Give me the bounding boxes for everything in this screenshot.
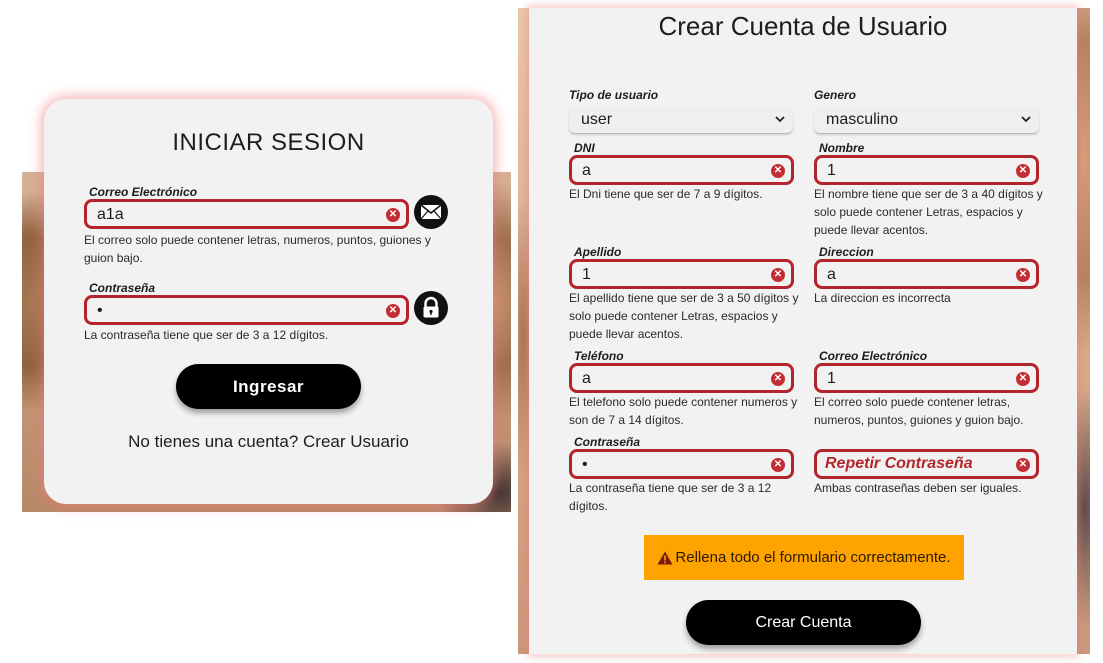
- correo-value: 1: [827, 370, 836, 387]
- tipo-usuario-label: Tipo de usuario: [569, 88, 659, 102]
- form-warning-text: Rellena todo el formulario correctamente…: [675, 549, 951, 566]
- direccion-value: a: [827, 266, 836, 283]
- correo-field[interactable]: 1 ✕: [814, 363, 1039, 393]
- register-panel: Crear Cuenta de Usuario Tipo de usuario …: [529, 8, 1077, 654]
- apellido-error: El apellido tiene que ser de 3 a 50 dígi…: [569, 291, 799, 341]
- clear-icon[interactable]: ✕: [1016, 458, 1030, 472]
- crear-cuenta-button[interactable]: Crear Cuenta: [686, 600, 921, 645]
- chevron-down-icon: [775, 116, 785, 123]
- clear-icon[interactable]: ✕: [386, 208, 400, 222]
- clear-icon[interactable]: ✕: [1016, 268, 1030, 282]
- page: INICIAR SESION Correo Electrónico a1a ✕ …: [0, 0, 1103, 663]
- repetir-contrasena-field[interactable]: Repetir Contraseña ✕: [814, 449, 1039, 479]
- direccion-field[interactable]: a ✕: [814, 259, 1039, 289]
- correo-error: El correo solo puede contener letras, nu…: [814, 395, 1024, 427]
- repetir-contrasena-error: Ambas contraseñas deben ser iguales.: [814, 481, 1022, 495]
- login-email-field[interactable]: a1a ✕: [84, 199, 409, 229]
- mail-icon: [414, 195, 448, 229]
- form-warning-alert: Rellena todo el formulario correctamente…: [644, 535, 964, 580]
- create-account-link[interactable]: No tienes una cuenta? Crear Usuario: [44, 432, 493, 452]
- clear-icon[interactable]: ✕: [1016, 164, 1030, 178]
- clear-icon[interactable]: ✕: [771, 268, 785, 282]
- login-password-field[interactable]: • ✕: [84, 295, 409, 325]
- tipo-usuario-select[interactable]: user: [569, 108, 793, 134]
- apellido-label: Apellido: [574, 245, 622, 259]
- genero-value: masculino: [826, 111, 899, 128]
- nombre-field[interactable]: 1 ✕: [814, 155, 1039, 185]
- dni-label: DNI: [574, 141, 595, 155]
- apellido-field[interactable]: 1 ✕: [569, 259, 794, 289]
- register-title: Crear Cuenta de Usuario: [658, 11, 948, 41]
- telefono-field[interactable]: a ✕: [569, 363, 794, 393]
- email-label: Correo Electrónico: [89, 185, 198, 199]
- genero-select[interactable]: masculino: [814, 108, 1039, 134]
- clear-icon[interactable]: ✕: [771, 458, 785, 472]
- contrasena-field[interactable]: • ✕: [569, 449, 794, 479]
- login-card: INICIAR SESION Correo Electrónico a1a ✕ …: [44, 99, 493, 504]
- warning-icon: [657, 551, 673, 565]
- dni-error: El Dni tiene que ser de 7 a 9 dígitos.: [569, 187, 763, 201]
- dni-value: a: [582, 162, 591, 179]
- contrasena-value: •: [582, 456, 588, 473]
- direccion-error: La direccion es incorrecta: [814, 291, 951, 305]
- password-error: La contraseña tiene que ser de 3 a 12 dí…: [84, 328, 329, 342]
- nombre-label: Nombre: [819, 141, 865, 155]
- apellido-value: 1: [582, 266, 591, 283]
- login-password-value: •: [97, 302, 103, 319]
- telefono-value: a: [582, 370, 591, 387]
- contrasena-label: Contraseña: [574, 435, 641, 449]
- ingresar-button[interactable]: Ingresar: [176, 364, 361, 409]
- email-error: El correo solo puede contener letras, nu…: [84, 233, 431, 265]
- clear-icon[interactable]: ✕: [771, 372, 785, 386]
- genero-label: Genero: [814, 88, 857, 102]
- clear-icon[interactable]: ✕: [1016, 372, 1030, 386]
- lock-icon: [414, 291, 448, 325]
- dni-field[interactable]: a ✕: [569, 155, 794, 185]
- contrasena-error: La contraseña tiene que ser de 3 a 12 dí…: [569, 481, 772, 513]
- telefono-error: El telefono solo puede contener numeros …: [569, 395, 798, 427]
- telefono-label: Teléfono: [574, 349, 624, 363]
- login-email-value: a1a: [97, 206, 124, 223]
- clear-icon[interactable]: ✕: [386, 304, 400, 318]
- nombre-value: 1: [827, 162, 836, 179]
- nombre-error: El nombre tiene que ser de 3 a 40 dígito…: [814, 187, 1043, 237]
- password-label: Contraseña: [89, 281, 156, 295]
- direccion-label: Direccion: [819, 245, 874, 259]
- tipo-usuario-value: user: [581, 111, 613, 128]
- clear-icon[interactable]: ✕: [771, 164, 785, 178]
- chevron-down-icon: [1021, 116, 1031, 123]
- login-title: INICIAR SESION: [172, 129, 365, 156]
- repetir-contrasena-placeholder: Repetir Contraseña: [825, 455, 973, 472]
- correo-label: Correo Electrónico: [819, 349, 928, 363]
